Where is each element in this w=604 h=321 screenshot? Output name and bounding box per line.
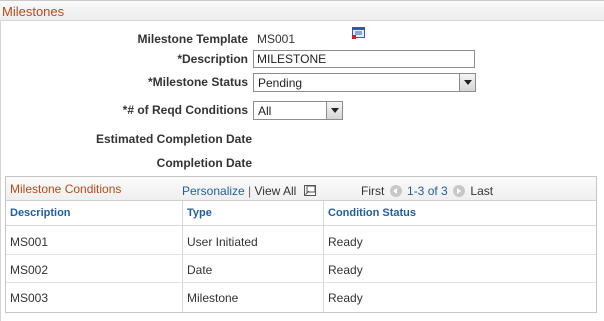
chevron-down-icon[interactable] [459, 74, 475, 91]
cell-description: MS001 [10, 235, 49, 249]
milestone-conditions-grid: Milestone Conditions Personalize | View … [5, 176, 597, 313]
cell-description: MS002 [10, 263, 49, 277]
status-label: *Milestone Status [147, 75, 248, 89]
table-row: MS003 Milestone Ready [6, 283, 596, 311]
lookup-icon[interactable] [352, 27, 365, 39]
grid-title: Milestone Conditions [10, 182, 122, 196]
grid-header: Milestone Conditions Personalize | View … [6, 177, 596, 201]
cell-type: Date [187, 263, 213, 277]
milestones-section: Milestones Milestone Template MS001 *Des… [0, 0, 604, 321]
column-type[interactable]: Type [187, 207, 212, 219]
template-label: Milestone Template [137, 32, 248, 46]
est-completion-date-label: Estimated Completion Date [95, 132, 252, 146]
section-title: Milestones [2, 4, 65, 19]
first-link[interactable]: First [361, 184, 384, 198]
reqd-conditions-label: *# of Reqd Conditions [122, 103, 248, 117]
column-description[interactable]: Description [10, 207, 71, 219]
personalize-link[interactable]: Personalize [182, 184, 245, 198]
cell-type: Milestone [187, 291, 239, 305]
table-row: MS001 User Initiated Ready [6, 227, 596, 255]
view-all-link[interactable]: View All [255, 184, 297, 198]
cell-status: Ready [328, 263, 363, 277]
description-label: *Description [177, 52, 248, 66]
cell-description: MS003 [10, 291, 49, 305]
status-select[interactable]: Pending [253, 73, 476, 92]
section-header: Milestones [0, 0, 604, 21]
column-header-row: Description Type Condition Status [6, 201, 596, 226]
template-value: MS001 [257, 32, 296, 46]
cell-status: Ready [328, 291, 363, 305]
cell-status: Ready [328, 235, 363, 249]
completion-date-label: Completion Date [156, 156, 252, 170]
reqd-conditions-select[interactable]: All [253, 101, 343, 120]
status-select-value: Pending [258, 76, 303, 90]
next-arrow-icon[interactable] [453, 185, 466, 197]
grid-navigation: First 1-3 of 3 Last [361, 184, 493, 198]
chevron-down-icon[interactable] [326, 102, 342, 119]
section-border [0, 21, 1, 321]
last-link[interactable]: Last [470, 184, 493, 198]
separator: | [248, 184, 252, 198]
grid-tools: Personalize | View All [182, 184, 316, 198]
prev-arrow-icon[interactable] [389, 185, 402, 197]
description-field[interactable] [253, 50, 475, 68]
column-condition-status[interactable]: Condition Status [328, 207, 416, 219]
zoom-icon[interactable] [303, 185, 316, 196]
reqd-conditions-value: All [258, 104, 272, 118]
table-row: MS002 Date Ready [6, 255, 596, 283]
row-range: 1-3 of 3 [407, 184, 448, 198]
cell-type: User Initiated [187, 235, 258, 249]
